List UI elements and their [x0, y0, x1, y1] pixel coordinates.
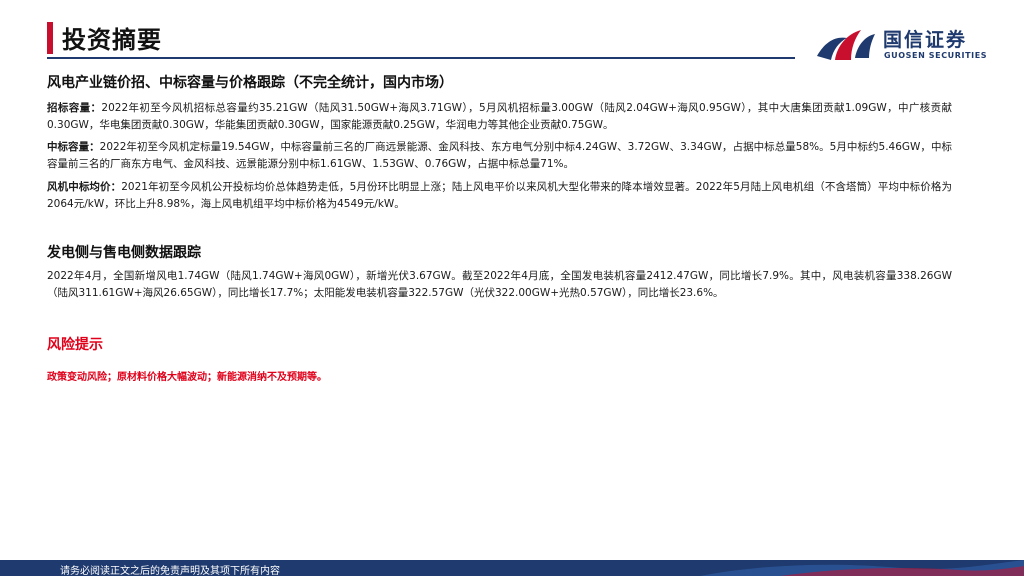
- footer-wave-decoration: [700, 560, 1024, 576]
- risk-warning-text: 政策变动风险；原材料价格大幅波动；新能源消纳不及预期等。: [47, 372, 327, 383]
- page-title: 投资摘要: [62, 26, 162, 54]
- page-footer: 请务必阅读正文之后的免责声明及其项下所有内容: [0, 560, 1024, 576]
- text-winning-price: 2021年初至今风机公开投标均价总体趋势走低，5月份环比明显上涨；陆上风电平价以…: [47, 181, 952, 210]
- section-title-generation-data: 发电侧与售电侧数据跟踪: [47, 245, 201, 261]
- text-winning-capacity: 2022年初至今风机定标量19.54GW，中标容量前三名的厂商远景能源、金风科技…: [47, 141, 952, 170]
- label-winning-price: 风机中标均价：: [47, 181, 122, 193]
- guosen-logo: 国信证券 GUOSEN SECURITIES: [815, 22, 1005, 64]
- paragraph-winning-price: 风机中标均价：2021年初至今风机公开投标均价总体趋势走低，5月份环比明显上涨；…: [47, 179, 952, 213]
- logo-chinese-name: 国信证券: [883, 29, 968, 51]
- section-title-risk: 风险提示: [47, 337, 103, 353]
- label-winning-capacity: 中标容量：: [47, 141, 100, 153]
- title-accent-bar: [47, 22, 53, 54]
- section-title-wind-chain: 风电产业链价招、中标容量与价格跟踪（不完全统计，国内市场）: [47, 75, 453, 91]
- title-divider: [47, 57, 795, 59]
- text-tender-capacity: 2022年初至今风机招标总容量约35.21GW（陆风31.50GW+海风3.71…: [47, 102, 953, 131]
- paragraph-winning-capacity: 中标容量：2022年初至今风机定标量19.54GW，中标容量前三名的厂商远景能源…: [47, 139, 952, 173]
- paragraph-generation-data: 2022年4月，全国新增风电1.74GW（陆风1.74GW+海风0GW），新增光…: [47, 270, 952, 299]
- page-header: 投资摘要 国信证券 GUOSEN SECURITIES: [0, 0, 1024, 62]
- label-tender-capacity: 招标容量：: [47, 102, 102, 114]
- logo-english-name: GUOSEN SECURITIES: [884, 51, 988, 60]
- paragraph-tender-capacity: 招标容量：2022年初至今风机招标总容量约35.21GW（陆风31.50GW+海…: [47, 100, 952, 134]
- footer-disclaimer: 请务必阅读正文之后的免责声明及其项下所有内容: [60, 566, 280, 576]
- guosen-logo-icon: [817, 30, 875, 60]
